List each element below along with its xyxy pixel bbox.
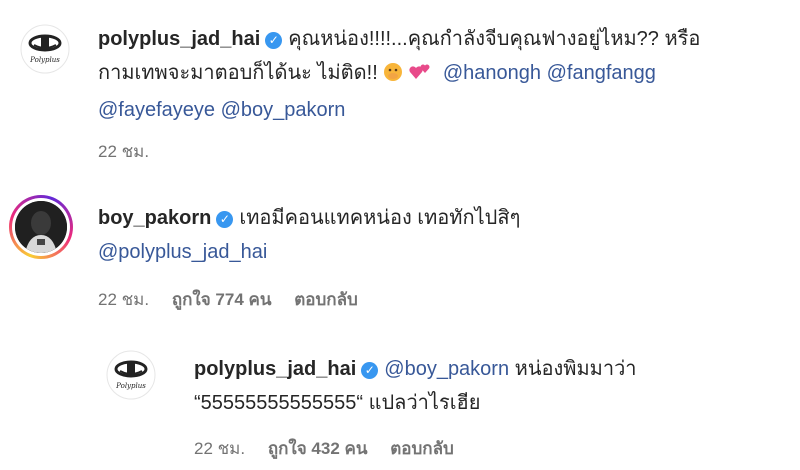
likes-count[interactable]: ถูกใจ 774 คน — [172, 290, 272, 309]
comment-time: 22 ชม. — [98, 142, 150, 161]
polyplus-logo-icon: Polyplus — [106, 350, 156, 400]
story-ring[interactable] — [9, 195, 73, 259]
svg-text:Polyplus: Polyplus — [115, 382, 146, 390]
mention-link[interactable]: @polyplus_jad_hai — [98, 241, 267, 263]
comment-text: เทอมีคอนแทคหน่อง เทอทักไปสิๆ — [239, 207, 521, 229]
comment-time: 22 ชม. — [194, 439, 246, 458]
verified-badge-icon: ✓ — [216, 211, 234, 228]
mention-link[interactable]: @hanongh — [443, 62, 541, 84]
mention-link[interactable]: @boy_pakorn — [384, 358, 509, 380]
comment-meta: 22 ชม. — [98, 138, 167, 165]
comment-text: กามเทพจะมาตอบก็ได้นะ ไม่ติด!! — [98, 62, 384, 84]
comment-text: “55555555555555“ แปลว่าไรเฮีย — [194, 392, 481, 414]
likes-count[interactable]: ถูกใจ 432 คน — [268, 439, 368, 458]
verified-badge-icon: ✓ — [361, 362, 379, 379]
comment-body: boy_pakorn ✓ เทอมีคอนแทคหน่อง เทอทักไปสิๆ … — [98, 201, 788, 269]
hand-over-mouth-emoji-icon — [383, 59, 403, 93]
comment-body: polyplus_jad_hai ✓ @boy_pakorn หน่องพิมมาว… — [194, 352, 789, 420]
mention-link[interactable]: @fangfangg — [547, 62, 656, 84]
user-photo-icon — [15, 201, 67, 253]
comment-text: คุณหน่อง!!!!...คุณกำลังจีบคุณฟางอยู่ไหม?… — [288, 28, 701, 50]
comment-body: polyplus_jad_hai ✓ คุณหน่อง!!!!...คุณกำลัง… — [98, 22, 788, 127]
mention-link[interactable]: @fayefayeye — [98, 99, 215, 121]
comment-username[interactable]: polyplus_jad_hai — [194, 358, 356, 380]
mention-link[interactable]: @boy_pakorn — [221, 99, 346, 121]
reply-button[interactable]: ตอบกลับ — [390, 439, 454, 458]
comment-text: หน่องพิมมาว่า — [509, 358, 637, 380]
comment-username[interactable]: polyplus_jad_hai — [98, 28, 260, 50]
comment-username[interactable]: boy_pakorn — [98, 207, 211, 229]
two-hearts-emoji-icon — [409, 59, 431, 93]
svg-text:Polyplus: Polyplus — [29, 56, 60, 64]
comment-meta: 22 ชม. ถูกใจ 774 คน ตอบกลับ — [98, 286, 376, 313]
comment-time: 22 ชม. — [98, 290, 150, 309]
comment-meta: 22 ชม. ถูกใจ 432 คน ตอบกลับ — [194, 435, 472, 462]
avatar-polyplus[interactable]: Polyplus — [20, 24, 70, 74]
verified-badge-icon: ✓ — [265, 32, 283, 49]
avatar-boy-pakorn — [15, 201, 67, 253]
avatar-polyplus[interactable]: Polyplus — [106, 350, 156, 400]
reply-button[interactable]: ตอบกลับ — [294, 290, 358, 309]
polyplus-logo-icon: Polyplus — [20, 24, 70, 74]
